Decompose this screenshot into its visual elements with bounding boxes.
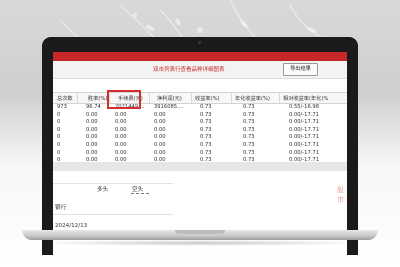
table-cell: 0.00 (115, 149, 127, 156)
table-cell: 0.00 (115, 134, 127, 141)
table-row[interactable]: 0 0.00 0.00 0.00 0.73 0.73 0.00/-17.71 (53, 119, 347, 126)
table-cell: 0.00 (154, 134, 166, 141)
table-row[interactable]: 973 96.74 2021449.... 3916085.... 0.73 0.73 0.… (53, 104, 347, 111)
table-cell: 0.73 (200, 126, 212, 133)
header-band (53, 52, 347, 61)
date-label: 2024/12/13 (55, 223, 88, 229)
table-cell: 0.00/-17.71 (289, 149, 320, 156)
table-cell: 0 (57, 149, 61, 156)
camera-dot (198, 41, 201, 44)
table-cell: 0.73 (200, 142, 212, 148)
column-header-total-count[interactable]: 总次数 (57, 95, 73, 102)
table-cell: 0.73 (243, 111, 255, 118)
table-cell: 0.00 (115, 126, 127, 133)
divider-line (53, 183, 173, 184)
table-header: 总次数 胜率(%) 手续费(元) 净利润(元) 收益率(%) 年化收益率(%) … (53, 92, 347, 104)
table-cell: 0.00/-17.71 (289, 119, 320, 126)
table-cell: 0.73 (243, 134, 255, 141)
table-cell: 0.73 (243, 126, 255, 133)
table-cell: 0.73 (243, 149, 255, 156)
table-cell: 0.73 (200, 134, 212, 141)
table-cell: 0 (57, 142, 61, 148)
tab-long[interactable]: 多头 (97, 185, 108, 193)
table-cell: 0 (57, 119, 61, 126)
laptop-shadow (30, 240, 370, 246)
column-header-net-profit[interactable]: 净利润(元) (157, 95, 182, 102)
table-cell: 0.00/-17.71 (289, 111, 320, 118)
table-cell: 0 (57, 134, 61, 141)
table-cell: 0 (57, 111, 61, 118)
table-cell: 0.00 (86, 134, 98, 141)
table-cell: 0.00 (115, 142, 127, 148)
tab-short[interactable]: 空头 (132, 185, 143, 193)
table-cell: 0.73 (243, 142, 255, 148)
base-notch (175, 230, 225, 234)
export-results-button[interactable]: 导出结果 (283, 63, 318, 76)
watermark-text: 股市 (337, 186, 344, 204)
table-cell: 0.00 (115, 111, 127, 118)
win-rate-highlight-box (107, 90, 141, 109)
divider-line (53, 214, 173, 215)
table-cell: 0.73 (200, 119, 212, 126)
table-cell: 0.00 (86, 142, 98, 148)
table-cell: 0.73 (243, 104, 255, 110)
table-cell: 0.00/-17.71 (289, 142, 320, 148)
table-cell: 0.55/-16.98 (289, 104, 320, 110)
window-title: 双击列表行查看品种详细图表 (153, 67, 225, 73)
table-cell: 0.00 (154, 126, 166, 133)
table-row[interactable]: 0 0.00 0.00 0.00 0.73 0.73 0.00/-17.71 (53, 150, 347, 157)
table-cell: 0.00 (86, 126, 98, 133)
table-cell: 3916085.... (154, 104, 184, 110)
app-screen: 双击列表行查看品种详细图表 导出结果 总次数 胜率(%) 手续费(元) 净利润(… (53, 52, 347, 255)
column-header-annual-return[interactable]: 年化收益率(%) (235, 95, 270, 102)
table-cell: 0.73 (200, 111, 212, 118)
table-cell: 0 (57, 126, 61, 133)
table-cell: 0.73 (243, 119, 255, 126)
window-titlebar: 双击列表行查看品种详细图表 导出结果 (53, 61, 347, 79)
table-cell: 96.74 (86, 104, 101, 110)
table-cell: 0.73 (200, 149, 212, 156)
column-header-return-rate[interactable]: 收益率(%) (195, 95, 220, 102)
tab-short-underline (131, 193, 149, 194)
laptop-lid: 双击列表行查看品种详细图表 导出结果 总次数 胜率(%) 手续费(元) 净利润(… (42, 37, 358, 255)
column-header-relative-return[interactable]: 相对收益率(年化)% (283, 95, 328, 102)
table-cell: 0.00 (154, 111, 166, 118)
laptop-base (22, 230, 378, 240)
table-cell: 0.00 (86, 119, 98, 126)
table-cell: 0.00/-17.71 (289, 134, 320, 141)
table-cell: 0.00 (115, 119, 127, 126)
bank-label: 银行 (55, 205, 67, 211)
table-cell: 0.00 (154, 149, 166, 156)
section-divider-strip (53, 162, 347, 171)
table-cell: 973 (57, 104, 67, 110)
table-row[interactable]: 0 0.00 0.00 0.00 0.73 0.73 0.00/-17.71 (53, 134, 347, 141)
table-row[interactable]: 0 0.00 0.00 0.00 0.73 0.73 0.00/-17.71 (53, 142, 347, 149)
table-cell: 0.00 (86, 111, 98, 118)
table-row[interactable]: 0 0.00 0.00 0.00 0.73 0.73 0.00/-17.71 (53, 112, 347, 119)
table-cell: 0.00 (154, 119, 166, 126)
table-cell: 0.73 (200, 104, 212, 110)
table-cell: 0.00/-17.71 (289, 126, 320, 133)
table-row[interactable]: 0 0.00 0.00 0.00 0.73 0.73 0.00/-17.71 (53, 127, 347, 134)
column-header-win-rate[interactable]: 胜率(%) (88, 95, 107, 102)
table-cell: 0.00 (86, 149, 98, 156)
table-cell: 0.00 (154, 142, 166, 148)
